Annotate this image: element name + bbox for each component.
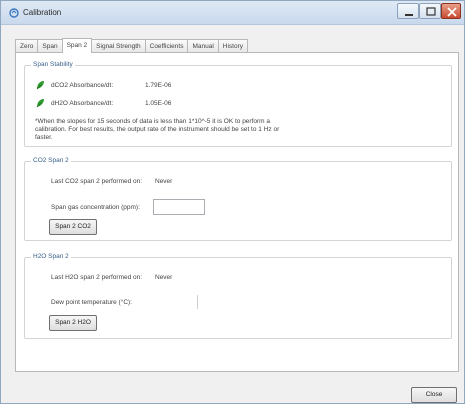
window-title: Calibration [23, 8, 62, 17]
minimize-icon [405, 14, 413, 16]
group-title: H2O Span 2 [31, 253, 71, 260]
h2o-span2-group: H2O Span 2 Last H2O span 2 performed on:… [24, 253, 452, 339]
co2-last-performed-label: Last CO2 span 2 performed on: [51, 178, 143, 185]
minimize-button[interactable] [397, 3, 419, 19]
close-icon [447, 7, 457, 17]
span-2-co2-button[interactable]: Span 2 CO2 [49, 219, 97, 235]
tab-label: History [222, 43, 244, 50]
group-title: CO2 Span 2 [31, 157, 71, 164]
span-2-h2o-button[interactable]: Span 2 H2O [49, 315, 97, 331]
tab-label: Zero [20, 43, 34, 50]
h2o-last-performed-label: Last H2O span 2 performed on: [51, 274, 143, 281]
leaf-icon [36, 99, 44, 108]
tab-label: Signal Strength [96, 43, 141, 50]
span-stability-group: Span Stability dCO2 Absorbance/dt: 1.79E… [24, 61, 452, 147]
maximize-button[interactable] [419, 3, 441, 19]
tab-history[interactable]: History [217, 39, 249, 53]
tab-span[interactable]: Span [37, 39, 63, 53]
span-gas-concentration-label: Span gas concentration (ppm): [51, 204, 140, 211]
leaf-icon [36, 81, 44, 90]
co2-span2-group: CO2 Span 2 Last CO2 span 2 performed on:… [24, 157, 452, 241]
tab-zero[interactable]: Zero [15, 39, 39, 53]
stability-note: *When the slopes for 15 seconds of data … [35, 118, 280, 141]
tab-strip: Zero Span Span 2 Signal Strength Coeffic… [15, 38, 249, 53]
span-2-panel: Span Stability dCO2 Absorbance/dt: 1.79E… [15, 52, 459, 372]
dco2-value: 1.79E-06 [145, 82, 172, 89]
group-title: Span Stability [31, 61, 75, 68]
tab-label: Manual [192, 43, 214, 50]
dew-point-temperature-label: Dew point temperature (°C): [51, 299, 132, 306]
span-gas-concentration-input[interactable] [153, 199, 205, 215]
maximize-icon [426, 7, 436, 16]
tab-span-2[interactable]: Span 2 [61, 38, 93, 53]
h2o-last-performed-value: Never [155, 274, 173, 281]
title-bar[interactable]: Calibration [1, 1, 464, 25]
tab-coefficients[interactable]: Coefficients [144, 39, 189, 53]
dco2-label: dCO2 Absorbance/dt: [51, 82, 114, 89]
tab-label: Coefficients [149, 43, 184, 50]
calibration-window: Calibration Zero Span Span 2 Signal Stre… [0, 0, 465, 404]
dh2o-value: 1.05E-06 [145, 100, 172, 107]
co2-last-performed-value: Never [155, 178, 173, 185]
app-icon [9, 8, 19, 18]
dh2o-label: dH2O Absorbance/dt: [51, 100, 114, 107]
tab-manual[interactable]: Manual [187, 39, 219, 53]
tab-signal-strength[interactable]: Signal Strength [91, 39, 146, 53]
close-button[interactable]: Close [411, 387, 457, 403]
input-divider [197, 295, 198, 309]
close-window-button[interactable] [441, 3, 461, 19]
tab-label: Span 2 [66, 42, 88, 49]
tab-label: Span [42, 43, 58, 50]
dew-point-temperature-input[interactable] [153, 294, 197, 310]
